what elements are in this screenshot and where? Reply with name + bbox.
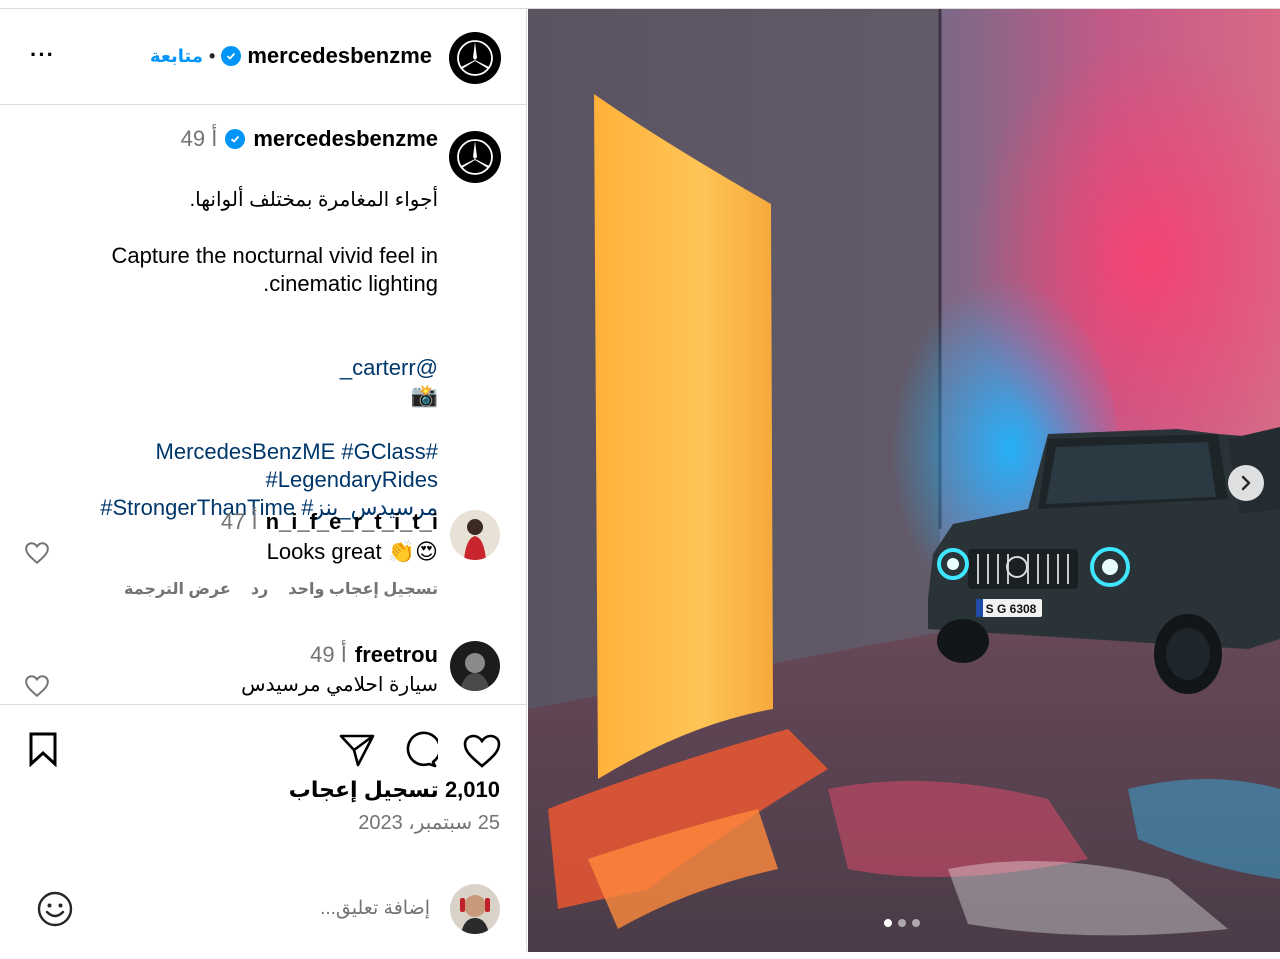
- caption-arabic: أجواء المغامرة بمختلف ألوانها.: [189, 189, 438, 211]
- caption-time[interactable]: 49 أ: [181, 126, 218, 152]
- caption-header: 49 أ mercedesbenzme: [181, 126, 438, 152]
- reply-button[interactable]: رد: [251, 579, 268, 599]
- comment-time[interactable]: 47 أ: [221, 509, 258, 535]
- comment-actions: تسجيل إعجاب واحد رد عرض الترجمة: [124, 579, 438, 599]
- credit-handle[interactable]: _carterr@: [340, 355, 438, 380]
- comment-icon[interactable]: [400, 731, 438, 769]
- emoji-icon[interactable]: [36, 890, 74, 928]
- photo-credit: _carterr@ 📸: [38, 326, 438, 410]
- see-translation-button[interactable]: عرض الترجمة: [124, 579, 231, 599]
- comment-text: سيارة احلامي مرسيدس: [241, 674, 438, 696]
- more-options-button[interactable]: ···: [30, 44, 60, 67]
- comment-input[interactable]: [130, 894, 430, 924]
- likes-count[interactable]: 2,010 تسجيل إعجاب: [289, 777, 500, 803]
- caption-body: أجواء المغامرة بمختلف ألوانها. Capture t…: [38, 186, 438, 522]
- caption-avatar[interactable]: [449, 131, 501, 183]
- current-user-avatar[interactable]: [450, 884, 500, 934]
- camera-icon: 📸: [410, 383, 438, 408]
- separator-dot: •: [209, 45, 216, 66]
- comment-header: 47 أ n_i_f_e_r_t_i_t_i: [221, 509, 438, 535]
- carousel-dot[interactable]: [898, 919, 906, 927]
- more-icon: ···: [30, 42, 55, 67]
- license-plate: S G 6308: [986, 602, 1037, 616]
- commenter-avatar[interactable]: [450, 641, 500, 691]
- carousel-dot[interactable]: [884, 919, 892, 927]
- comment-item: 47 أ n_i_f_e_r_t_i_t_i Looks great 👏😍 تس…: [0, 501, 526, 611]
- post-details-panel: ··· متابعة • mercedesbenzme 49 أ mercede…: [0, 9, 527, 952]
- post-author-username[interactable]: mercedesbenzme: [247, 43, 432, 69]
- add-comment-bar: [0, 870, 526, 948]
- commenter-username[interactable]: n_i_f_e_r_t_i_t_i: [266, 509, 438, 535]
- header-user-line: متابعة • mercedesbenzme: [150, 43, 432, 69]
- comment-text: Looks great 👏😍: [266, 539, 438, 564]
- comment-item: 49 أ freetrou سيارة احلامي مرسيدس: [0, 634, 526, 704]
- comment-header: 49 أ freetrou: [310, 642, 438, 668]
- chevron-right-icon: [1241, 475, 1251, 491]
- share-icon[interactable]: [338, 732, 376, 768]
- hashtag-line[interactable]: #LegendaryRides: [38, 466, 438, 494]
- heart-icon[interactable]: [24, 674, 50, 698]
- hashtag-line[interactable]: MercedesBenzME #GClass#: [38, 438, 438, 466]
- comment-time[interactable]: 49 أ: [310, 642, 347, 668]
- commenter-avatar[interactable]: [450, 510, 500, 560]
- verified-icon: [221, 46, 242, 66]
- caption-english: Capture the nocturnal vivid feel in .cin…: [111, 243, 438, 296]
- commenter-username[interactable]: freetrou: [355, 642, 438, 668]
- post-date[interactable]: 25 سبتمبر، 2023: [358, 810, 500, 835]
- post-header: ··· متابعة • mercedesbenzme: [0, 9, 526, 105]
- post-footer: 2,010 تسجيل إعجاب 25 سبتمبر، 2023: [0, 704, 526, 952]
- verified-icon: [225, 129, 246, 149]
- post-image[interactable]: S G 6308: [528, 9, 1280, 952]
- follow-button[interactable]: متابعة: [150, 46, 203, 67]
- mercedes-logo-icon[interactable]: [449, 32, 501, 84]
- heart-icon[interactable]: [462, 733, 502, 769]
- bookmark-icon[interactable]: [27, 731, 59, 767]
- next-image-button[interactable]: [1228, 465, 1264, 501]
- post-dialog: ··· متابعة • mercedesbenzme 49 أ mercede…: [0, 8, 1280, 952]
- carousel-dots: [884, 919, 920, 927]
- carousel-dot[interactable]: [912, 919, 920, 927]
- caption-username[interactable]: mercedesbenzme: [253, 126, 438, 152]
- g-class-photo: S G 6308: [528, 9, 1280, 952]
- comment-likes-count[interactable]: تسجيل إعجاب واحد: [288, 579, 438, 599]
- heart-icon[interactable]: [24, 541, 50, 565]
- comments-scroll-area[interactable]: 49 أ mercedesbenzme أجواء المغامرة بمختل…: [0, 106, 526, 704]
